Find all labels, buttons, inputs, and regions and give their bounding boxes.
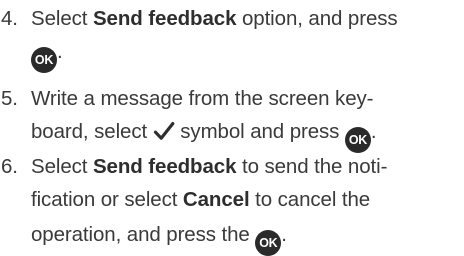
step-line: fication or select Cancel to cancel the (31, 183, 463, 216)
step-text: Write a message from the screen key- boa… (31, 82, 463, 153)
text-segment: to cancel the (249, 188, 371, 211)
step-number: 6. (1, 155, 18, 178)
text-segment: to send the noti- (236, 155, 388, 178)
text-segment: operation, and press the (31, 223, 256, 246)
text-segment: Select (31, 155, 93, 178)
checkmark-icon (153, 120, 175, 142)
instruction-document: 4. Select Send feedback option, and pres… (0, 0, 464, 256)
step-line: Select Send feedback to send the noti- (31, 150, 463, 183)
text-segment: . (370, 120, 377, 143)
text-segment: option, and press (236, 7, 398, 30)
step-number: 4. (1, 7, 18, 30)
step-text: Select Send feedback to send the noti- f… (31, 150, 463, 256)
step-line: Write a message from the screen key- (31, 82, 463, 115)
option-label-cancel: Cancel (182, 188, 250, 211)
step-line: operation, and press the OK. (31, 218, 463, 256)
ok-button-icon: OK (31, 47, 57, 73)
option-label-send-feedback: Send feedback (92, 7, 237, 30)
text-segment: Write a message from the screen key- (31, 87, 374, 110)
option-label-send-feedback: Send feedback (92, 155, 237, 178)
ok-button-icon: OK (255, 230, 282, 256)
text-segment: Select (31, 7, 93, 30)
step-line: OK. (31, 35, 463, 73)
text-segment: symbol and press (174, 120, 345, 143)
text-segment: fication or select (31, 188, 183, 211)
text-segment: . (57, 40, 63, 63)
step-line: board, select symbol and press OK. (31, 115, 463, 153)
step-text: Select Send feedback option, and press O… (31, 2, 463, 73)
step-number: 5. (1, 87, 18, 110)
step-line: Select Send feedback option, and press (31, 2, 463, 35)
text-segment: . (281, 223, 287, 246)
text-segment: board, select (31, 120, 153, 143)
